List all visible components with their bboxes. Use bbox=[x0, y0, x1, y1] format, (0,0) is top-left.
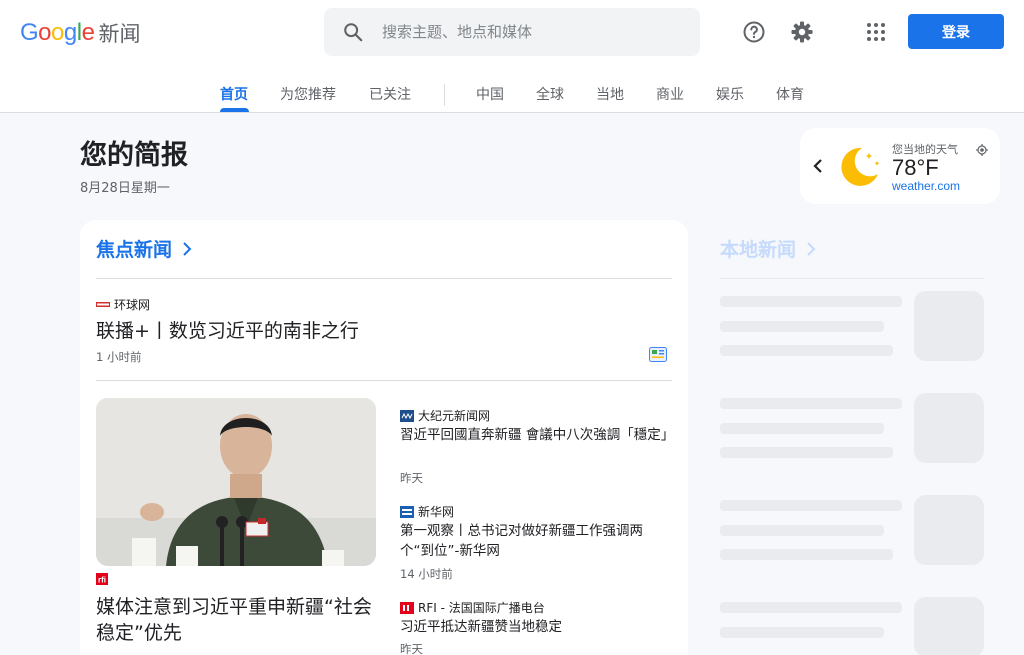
loading-placeholder bbox=[720, 345, 893, 356]
side-story-time: 14 小时前 bbox=[400, 567, 453, 581]
google-news-logo[interactable]: Google 新闻 bbox=[20, 18, 140, 48]
side-story-time: 昨天 bbox=[400, 471, 423, 485]
divider bbox=[720, 278, 984, 279]
section-tabs: 首页 为您推荐 已关注 中国 全球 当地 商业 娱乐 体育 bbox=[0, 76, 1024, 113]
weather-source-link[interactable]: weather.com bbox=[892, 179, 960, 193]
chevron-right-icon bbox=[806, 241, 816, 257]
top-stories-heading-label: 焦点新闻 bbox=[96, 239, 173, 261]
top-header: Google 新闻 登录 首页 为您推荐 已关注 中国 全球 当地 商业 娱乐 … bbox=[0, 0, 1024, 113]
weather-temperature: 78°F bbox=[892, 155, 939, 180]
help-icon[interactable] bbox=[738, 16, 770, 48]
moon-night-icon bbox=[836, 142, 884, 190]
lead-story-source[interactable]: 环球网 bbox=[96, 296, 150, 313]
side-story-headline[interactable]: 第一观察丨总书记对做好新疆工作强调两个“到位”-新华网 bbox=[400, 521, 672, 561]
side-story-source-name: 大纪元新闻网 bbox=[418, 409, 491, 423]
page-date: 8月28日星期一 bbox=[80, 181, 170, 196]
page-title: 您的简报 bbox=[80, 140, 188, 171]
divider bbox=[96, 380, 672, 381]
divider bbox=[96, 278, 672, 279]
side-story-headline[interactable]: 习近平抵达新疆赞当地稳定 bbox=[400, 617, 672, 637]
google-wordmark: Google bbox=[20, 19, 95, 46]
feature-story-photo[interactable] bbox=[96, 398, 376, 566]
loading-placeholder bbox=[720, 423, 884, 434]
chevron-right-icon bbox=[182, 241, 192, 257]
loading-image-placeholder bbox=[914, 495, 984, 565]
lead-story-source-name: 环球网 bbox=[114, 298, 151, 312]
loading-placeholder bbox=[720, 602, 902, 613]
active-tab-indicator bbox=[220, 108, 249, 112]
loading-placeholder bbox=[720, 321, 884, 332]
full-coverage-icon[interactable] bbox=[649, 347, 667, 362]
loading-placeholder bbox=[720, 447, 893, 458]
weather-widget[interactable]: 您当地的天气 78°F weather.com bbox=[800, 128, 1000, 204]
side-story-source-name: RFI - 法国国际广播电台 bbox=[418, 601, 545, 615]
loading-image-placeholder bbox=[914, 291, 984, 361]
settings-gear-icon[interactable] bbox=[786, 16, 818, 48]
tab-for-you[interactable]: 为您推荐 bbox=[280, 84, 336, 104]
loading-placeholder bbox=[720, 398, 902, 409]
chevron-left-icon[interactable] bbox=[810, 156, 826, 176]
loading-image-placeholder bbox=[914, 597, 984, 655]
lead-story-headline[interactable]: 联播+丨数览习近平的南非之行 bbox=[96, 316, 359, 343]
local-news-heading[interactable]: 本地新闻 bbox=[720, 235, 816, 262]
rfi-logo-icon bbox=[400, 601, 414, 614]
search-bar[interactable] bbox=[324, 8, 700, 56]
loading-placeholder bbox=[720, 525, 884, 536]
side-story-source-name: 新华网 bbox=[418, 505, 455, 519]
tab-sports[interactable]: 体育 bbox=[776, 84, 804, 104]
epoch-times-logo-icon bbox=[400, 409, 414, 422]
feature-story-source[interactable]: rfi bbox=[96, 573, 112, 585]
logo-product-name: 新闻 bbox=[98, 22, 141, 46]
location-target-icon[interactable] bbox=[976, 141, 988, 156]
tab-home[interactable]: 首页 bbox=[220, 84, 248, 104]
loading-placeholder bbox=[720, 627, 884, 638]
tab-world[interactable]: 全球 bbox=[536, 84, 564, 104]
tab-business[interactable]: 商业 bbox=[656, 84, 684, 104]
side-story-source[interactable]: 新华网 bbox=[400, 503, 454, 520]
tab-divider bbox=[444, 84, 445, 106]
login-button[interactable]: 登录 bbox=[908, 14, 1004, 49]
feature-story-headline[interactable]: 媒体注意到习近平重申新疆“社会稳定”优先 bbox=[96, 594, 376, 646]
svg-text:rfi: rfi bbox=[98, 576, 106, 585]
loading-placeholder bbox=[720, 549, 893, 560]
tab-china[interactable]: 中国 bbox=[476, 84, 504, 104]
top-stories-heading[interactable]: 焦点新闻 bbox=[96, 235, 192, 262]
side-story-source[interactable]: 大纪元新闻网 bbox=[400, 407, 490, 424]
rfi-logo-icon: rfi bbox=[96, 573, 108, 585]
top-stories-card: 焦点新闻 环球网 联播+丨数览习近平的南非之行 1 小时前 rfi 媒体注意到习… bbox=[80, 220, 688, 655]
loading-image-placeholder bbox=[914, 393, 984, 463]
xinhua-logo-icon bbox=[400, 505, 414, 518]
loading-placeholder bbox=[720, 296, 902, 307]
search-icon[interactable] bbox=[324, 8, 382, 56]
apps-grid-icon[interactable] bbox=[860, 16, 892, 48]
local-news-heading-label: 本地新闻 bbox=[720, 239, 797, 261]
huanqiu-logo-icon bbox=[96, 299, 110, 310]
side-story-time: 昨天 bbox=[400, 642, 423, 655]
loading-placeholder bbox=[720, 500, 902, 511]
side-story-headline[interactable]: 習近平回國直奔新疆 會議中八次強調「穩定」 bbox=[400, 425, 674, 445]
tab-local[interactable]: 当地 bbox=[596, 84, 624, 104]
search-input[interactable] bbox=[382, 23, 682, 41]
side-story-source[interactable]: RFI - 法国国际广播电台 bbox=[400, 599, 545, 616]
tab-entertainment[interactable]: 娱乐 bbox=[716, 84, 744, 104]
lead-story-time: 1 小时前 bbox=[96, 350, 142, 364]
local-news-panel: 本地新闻 bbox=[704, 220, 1000, 655]
tab-following[interactable]: 已关注 bbox=[369, 84, 411, 104]
